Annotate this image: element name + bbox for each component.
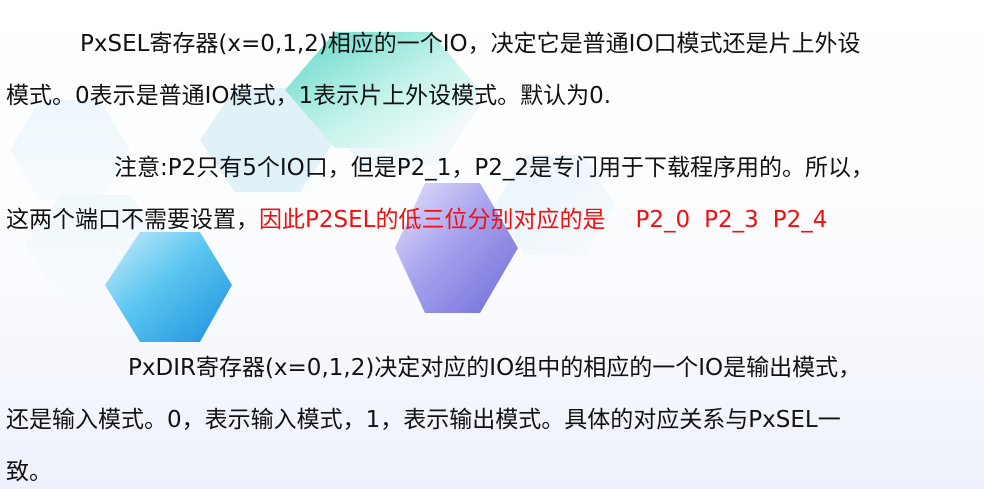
pxdir-line-3: 致。 xyxy=(6,459,52,485)
pxdir-line-2: 还是输入模式。0，表示输入模式，1，表示输出模式。具体的对应关系与PxSEL一 xyxy=(6,407,841,433)
pxsel-paragraph: PxSEL寄存器(x=0,1,2)相应的一个IO，决定它是普通IO口模式还是片上… xyxy=(6,18,978,122)
note-line-1: 注意:P2只有5个IO口，但是P2_1，P2_2是专门用于下载程序用的。所以， xyxy=(114,155,875,181)
note-text: 这两个端口不需要设置， xyxy=(6,207,259,233)
pxdir-paragraph: PxDIR寄存器(x=0,1,2)决定对应的IO组中的相应的一个IO是输出模式，… xyxy=(6,342,978,489)
pxdir-line-1: PxDIR寄存器(x=0,1,2)决定对应的IO组中的相应的一个IO是输出模式， xyxy=(128,355,862,381)
highlight-text: 因此P2SEL的低三位分别对应的是 xyxy=(259,207,606,233)
note-paragraph: 注意:P2只有5个IO口，但是P2_1，P2_2是专门用于下载程序用的。所以， … xyxy=(6,142,978,246)
pin-label-p2-3: P2_3 xyxy=(704,207,759,233)
pin-label-p2-0: P2_0 xyxy=(635,207,691,233)
pin-label-p2-4: P2_4 xyxy=(772,207,828,233)
pxsel-line-2: 模式。0表示是普通IO模式，1表示片上外设模式。默认为0. xyxy=(6,83,612,109)
note-line-2: 这两个端口不需要设置，因此P2SEL的低三位分别对应的是 P2_0 P2_3 P2_4 xyxy=(6,194,978,246)
slide-content: PxSEL寄存器(x=0,1,2)相应的一个IO，决定它是普通IO口模式还是片上… xyxy=(0,0,984,489)
pxsel-line-1: PxSEL寄存器(x=0,1,2)相应的一个IO，决定它是普通IO口模式还是片上… xyxy=(80,31,861,57)
